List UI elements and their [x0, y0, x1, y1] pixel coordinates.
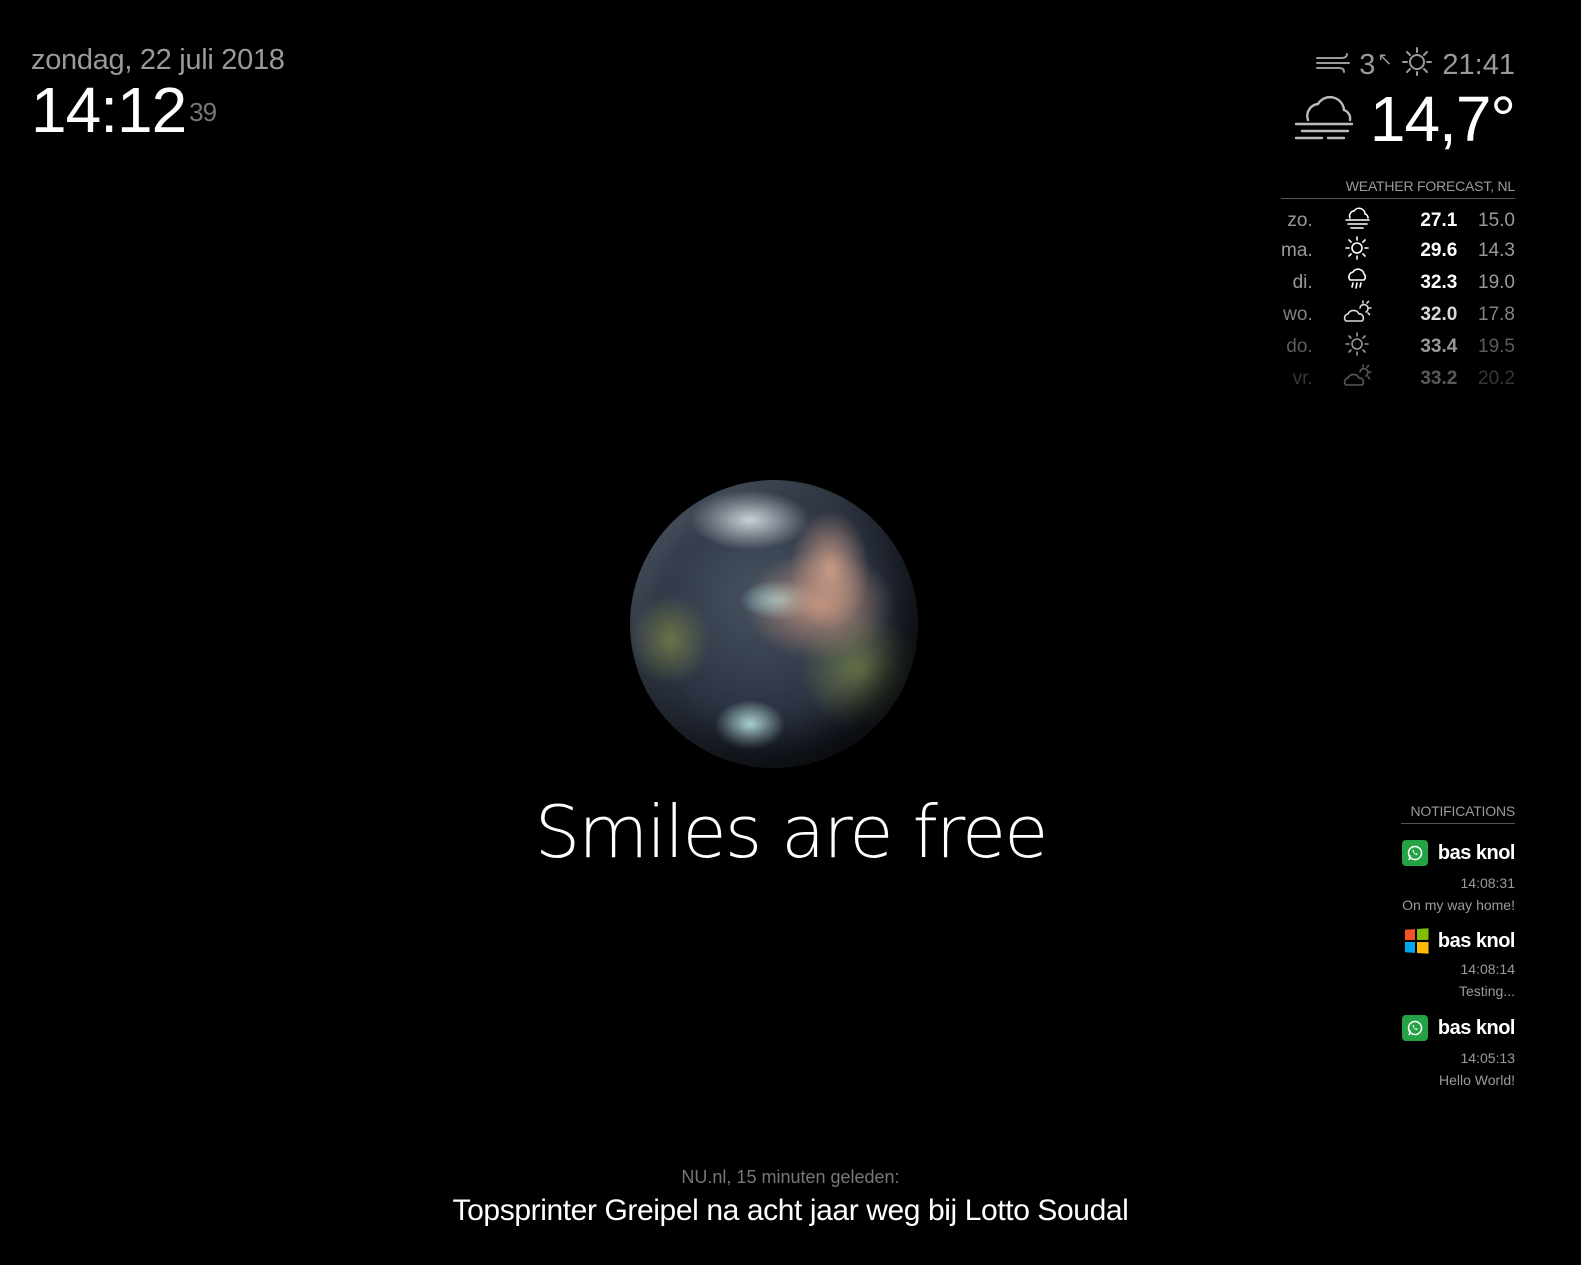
whatsapp-icon [1401, 1015, 1428, 1042]
wind-icon [1315, 49, 1353, 82]
forecast-min-temp: 15.0 [1478, 210, 1515, 231]
notification-message: Hello World! [1439, 1072, 1515, 1088]
clock-module: zondag, 22 juli 2018 14:12 39 [31, 44, 285, 142]
partly-cloudy-icon [1342, 299, 1372, 331]
forecast-row: do. 33.4 19.5 [1281, 331, 1515, 363]
compliment-text: Smiles are free [534, 790, 1049, 874]
forecast-day: zo. [1287, 210, 1313, 231]
forecast-min-temp: 17.8 [1478, 304, 1515, 325]
wind-direction: ↖ [1377, 48, 1393, 69]
partly-cloudy-icon [1342, 363, 1372, 395]
forecast-min-temp: 14.3 [1478, 240, 1515, 261]
fog-cloud-icon [1292, 92, 1356, 147]
notification-time: 14:08:14 [1460, 961, 1516, 977]
forecast-row: di. 32.3 19.0 [1281, 267, 1515, 299]
earth-image [630, 480, 918, 768]
current-weather-module: 3 ↖ 21:41 14,7° [1292, 46, 1516, 155]
notifications-list: bas knol 14:08:31 On my way home! bas knol 1… [1401, 840, 1516, 1088]
rain-cloud-icon [1344, 267, 1370, 299]
newsfeed-module: NU.nl, 15 minuten geleden: Topsprinter G… [0, 1167, 1581, 1228]
notifications-module: NOTIFICATIONS bas knol 14:08:31 On my way … [1401, 803, 1516, 1088]
notification-item: bas knol 14:08:31 On my way home! [1401, 840, 1516, 913]
forecast-max-temp: 27.1 [1420, 210, 1458, 231]
forecast-row: wo. 32.0 17.8 [1281, 299, 1515, 331]
forecast-day: vr. [1292, 368, 1313, 389]
magic-mirror-screen: zondag, 22 juli 2018 14:12 39 3 ↖ 21:41 1… [0, 0, 1581, 1265]
forecast-min-temp: 19.0 [1478, 272, 1515, 293]
notification-time: 14:05:13 [1460, 1050, 1516, 1066]
sun-icon [1344, 235, 1370, 267]
forecast-max-temp: 32.0 [1420, 304, 1458, 325]
fog-cloud-icon [1343, 207, 1371, 235]
forecast-row: zo. 27.1 15.0 [1281, 207, 1515, 235]
windows-icon [1404, 928, 1429, 954]
forecast-min-temp: 20.2 [1478, 368, 1515, 389]
forecast-row: vr. 33.2 20.2 [1281, 363, 1515, 395]
forecast-day: do. [1286, 336, 1313, 357]
sunset-time: 21:41 [1442, 48, 1515, 81]
forecast-max-temp: 33.4 [1420, 336, 1458, 357]
forecast-max-temp: 32.3 [1420, 272, 1458, 293]
current-temperature-row: 14,7° [1292, 83, 1516, 155]
notification-message: On my way home! [1402, 897, 1515, 913]
sun-icon [1344, 331, 1370, 363]
current-weather-details: 3 ↖ 21:41 [1292, 46, 1515, 84]
notification-item: bas knol 14:05:13 Hello World! [1401, 1015, 1516, 1088]
clock-time: 14:12 39 [31, 78, 285, 142]
forecast-day: ma. [1281, 240, 1313, 261]
weather-forecast-module: WEATHER FORECAST, NL zo. 27.1 15.0 ma. 29.6 1… [1281, 178, 1515, 395]
notification-sender: bas knol [1437, 929, 1516, 952]
clock-hours-minutes: 14:12 [31, 74, 187, 146]
notification-sender: bas knol [1437, 1017, 1516, 1039]
notification-sender: bas knol [1437, 842, 1516, 864]
wind-speed: 3 [1359, 48, 1376, 81]
news-source: NU.nl, 15 minuten geleden: [681, 1167, 900, 1187]
notification-item: bas knol 14:08:14 Testing... [1401, 928, 1516, 999]
forecast-row: ma. 29.6 14.3 [1281, 235, 1515, 267]
forecast-max-temp: 29.6 [1420, 240, 1458, 261]
forecast-day: di. [1292, 272, 1313, 293]
forecast-day: wo. [1283, 304, 1313, 325]
clock-seconds: 39 [189, 97, 217, 127]
forecast-table: zo. 27.1 15.0 ma. 29.6 14.3 di. 32.3 19.0 wo. 32.0… [1281, 207, 1515, 395]
forecast-header: WEATHER FORECAST, NL [1281, 178, 1515, 199]
forecast-min-temp: 19.5 [1478, 336, 1515, 357]
clock-date: zondag, 22 juli 2018 [31, 44, 285, 76]
notification-message: Testing... [1458, 983, 1515, 999]
notification-time: 14:08:31 [1460, 875, 1516, 891]
whatsapp-icon [1401, 840, 1428, 867]
sunset-icon [1398, 46, 1436, 84]
notifications-header: NOTIFICATIONS [1401, 803, 1515, 824]
forecast-max-temp: 33.2 [1420, 368, 1458, 389]
news-headline: Topsprinter Greipel na acht jaar weg bij… [452, 1194, 1129, 1227]
current-temperature: 14,7° [1369, 83, 1516, 155]
